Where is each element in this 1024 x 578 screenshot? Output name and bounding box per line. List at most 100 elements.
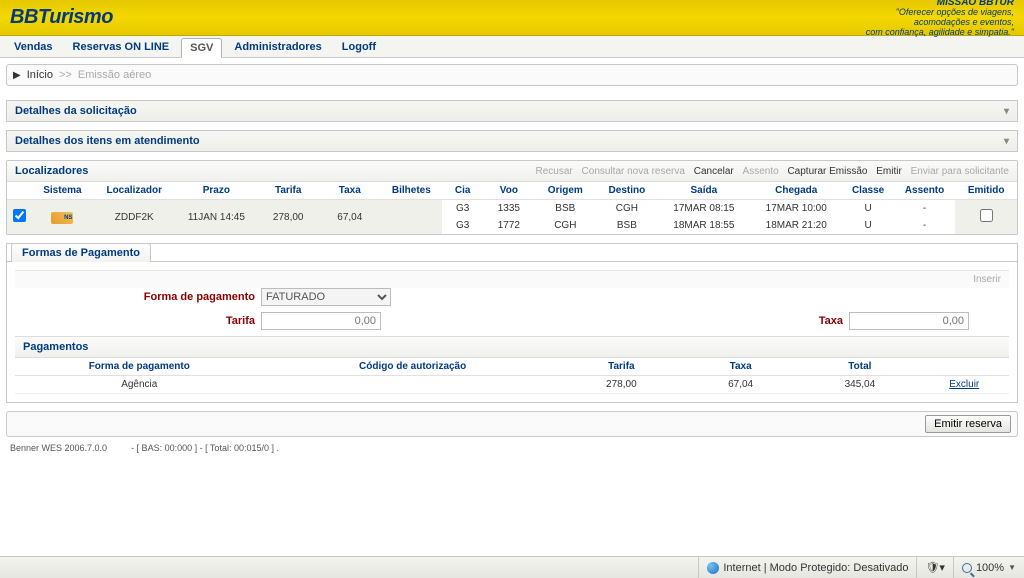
breadcrumb-arrow-icon[interactable]: ▶ [13, 70, 21, 81]
col-saida: Saída [658, 182, 750, 200]
col-check [7, 182, 32, 200]
zoom-value: 100% [976, 562, 1004, 574]
table-header-row: Forma de pagamento Código de autorização… [15, 358, 1009, 376]
action-cancelar[interactable]: Cancelar [694, 166, 734, 177]
col-tarifa: Tarifa [257, 182, 319, 200]
menu-vendas[interactable]: Vendas [6, 38, 61, 56]
panel-detalhes-itens-title: Detalhes dos itens em atendimento [15, 135, 200, 147]
pagamento-row: Agência 278,00 67,04 345,04 Excluir [15, 376, 1009, 394]
action-capturar[interactable]: Capturar Emissão [787, 166, 867, 177]
col-taxa: Taxa [319, 182, 381, 200]
cell-origem: CGH [535, 217, 597, 234]
globe-icon [707, 562, 719, 574]
cell-chegada: 18MAR 21:20 [750, 217, 842, 234]
cell-cia: G3 [442, 200, 483, 218]
table-header-row: Sistema Localizador Prazo Tarifa Taxa Bi… [7, 182, 1017, 200]
app-header: BBTurismo MISSÃO BBTUR "Oferecer opções … [0, 0, 1024, 36]
action-recusar: Recusar [536, 166, 573, 177]
breadcrumb-home[interactable]: Início [27, 69, 53, 81]
status-zoom[interactable]: 100% ▼ [953, 557, 1024, 578]
cell-assento: - [894, 200, 956, 218]
breadcrumb-sep: >> [59, 69, 72, 81]
link-excluir[interactable]: Excluir [920, 376, 1009, 394]
input-taxa[interactable] [849, 312, 969, 330]
col-sistema: Sistema [32, 182, 94, 200]
action-emitir[interactable]: Emitir [876, 166, 902, 177]
app-footer: Benner WES 2006.7.0.0 - [ BAS: 00:000 ] … [6, 441, 1018, 455]
col-origem: Origem [535, 182, 597, 200]
cell-forma: Agência [15, 376, 264, 394]
mission-block: MISSÃO BBTUR "Oferecer opções de viagens… [866, 0, 1014, 38]
col-destino: Destino [596, 182, 658, 200]
cell-bilhetes [381, 200, 443, 235]
col-localizador: Localizador [93, 182, 175, 200]
logo-turismo: Turismo [38, 6, 113, 28]
status-internet: Internet | Modo Protegido: Desativado [698, 557, 916, 578]
pagamentos-title: Pagamentos [15, 336, 1009, 358]
pagamentos-table: Forma de pagamento Código de autorização… [15, 358, 1009, 394]
status-protected-mode-toggle[interactable]: 🛡▾ [916, 557, 953, 578]
chevron-down-icon[interactable]: ▾ [1004, 136, 1009, 147]
cell-destino: BSB [596, 217, 658, 234]
action-enviar: Enviar para solicitante [911, 166, 1009, 177]
cell-taxa: 67,04 [319, 200, 381, 235]
label-forma-pagamento: Forma de pagamento [55, 291, 255, 303]
input-tarifa[interactable] [261, 312, 381, 330]
col-actions [920, 358, 1009, 376]
chevron-down-icon[interactable]: ▾ [1004, 106, 1009, 117]
menu-reservas[interactable]: Reservas ON LINE [65, 38, 178, 56]
select-forma-pagamento[interactable]: FATURADO [261, 288, 391, 306]
cell-tarifa: 278,00 [257, 200, 319, 235]
magnifier-icon [962, 563, 972, 573]
emitido-checkbox[interactable] [980, 209, 993, 222]
flight-row: NS ZDDF2K 11JAN 14:45 278,00 67,04 G3 13… [7, 200, 1017, 218]
cell-voo: 1335 [483, 200, 534, 218]
menu-logoff[interactable]: Logoff [334, 38, 384, 56]
localizadores-actions: Recusar Consultar nova reserva Cancelar … [530, 166, 1009, 177]
browser-statusbar: Internet | Modo Protegido: Desativado 🛡▾… [0, 556, 1024, 578]
cell-saida: 18MAR 18:55 [658, 217, 750, 234]
footer-app: Benner WES 2006.7.0.0 [10, 443, 107, 453]
cell-origem: BSB [535, 200, 597, 218]
cell-prazo: 11JAN 14:45 [175, 200, 257, 235]
shield-down-icon: 🛡▾ [925, 561, 945, 574]
main-menu: Vendas Reservas ON LINE SGV Administrado… [0, 36, 1024, 58]
cell-chegada: 17MAR 10:00 [750, 200, 842, 218]
action-consultar: Consultar nova reserva [582, 166, 685, 177]
panel-detalhes-solicitacao[interactable]: Detalhes da solicitação ▾ [6, 100, 1018, 122]
localizadores-table: Sistema Localizador Prazo Tarifa Taxa Bi… [7, 182, 1017, 234]
action-assento: Assento [743, 166, 779, 177]
menu-sgv[interactable]: SGV [181, 38, 222, 58]
col-cia: Cia [442, 182, 483, 200]
cell-assento: - [894, 217, 956, 234]
col-classe: Classe [842, 182, 893, 200]
col-chegada: Chegada [750, 182, 842, 200]
col-codigo: Código de autorização [264, 358, 562, 376]
col-forma: Forma de pagamento [15, 358, 264, 376]
emitir-reserva-button[interactable]: Emitir reserva [925, 415, 1011, 433]
col-total: Total [800, 358, 919, 376]
label-taxa: Taxa [819, 315, 843, 327]
emit-row: Emitir reserva [6, 411, 1018, 437]
sistema-icon: NS [51, 212, 73, 224]
panel-formas-pagamento: Formas de Pagamento Inserir Forma de pag… [6, 243, 1018, 403]
col-taxa: Taxa [681, 358, 800, 376]
logo-bb: BB [10, 6, 38, 28]
chevron-down-icon[interactable]: ▼ [1008, 563, 1016, 572]
cell-saida: 17MAR 08:15 [658, 200, 750, 218]
logo: BBTurismo [10, 6, 113, 29]
panel-detalhes-itens[interactable]: Detalhes dos itens em atendimento ▾ [6, 130, 1018, 152]
record-checkbox[interactable] [13, 209, 26, 222]
col-bilhetes: Bilhetes [381, 182, 443, 200]
tab-formas-pagamento[interactable]: Formas de Pagamento [11, 243, 151, 262]
breadcrumb-current: Emissão aéreo [78, 69, 151, 81]
menu-administradores[interactable]: Administradores [226, 38, 329, 56]
breadcrumb: ▶ Início >> Emissão aéreo [6, 64, 1018, 86]
panel-localizadores: Localizadores Recusar Consultar nova res… [6, 160, 1018, 235]
col-prazo: Prazo [175, 182, 257, 200]
panel-localizadores-title: Localizadores [15, 165, 88, 177]
cell-localizador: ZDDF2K [93, 200, 175, 235]
cell-destino: CGH [596, 200, 658, 218]
footer-stats: - [ BAS: 00:000 ] - [ Total: 00:015/0 ] … [131, 443, 279, 453]
content-area: ▶ Início >> Emissão aéreo Detalhes da so… [0, 58, 1024, 461]
